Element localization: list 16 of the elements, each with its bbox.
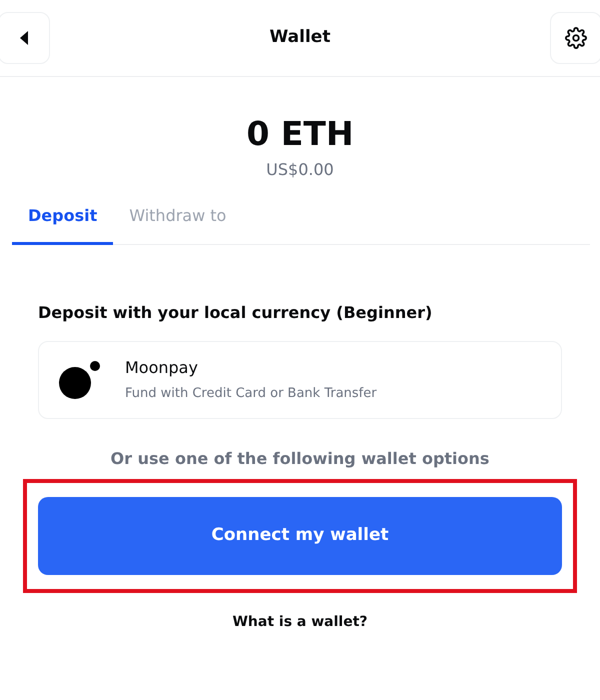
settings-button[interactable] <box>550 12 600 64</box>
balance-amount: 0 ETH <box>246 117 354 150</box>
options-text: Or use one of the following wallet options <box>110 449 490 468</box>
provider-logo-icon <box>59 361 101 399</box>
settings-icon <box>565 27 587 49</box>
section-heading: Deposit with your local currency (Beginner) <box>38 302 434 324</box>
provider-description: Fund with Credit Card or Bank Transfer <box>125 385 377 404</box>
back-button[interactable] <box>0 12 50 64</box>
fiat-balance: US$0.00 <box>266 159 334 181</box>
provider-card[interactable]: Moonpay Fund with Credit Card or Bank Transfer <box>38 341 562 419</box>
provider-name: Moonpay <box>125 357 199 380</box>
tab[interactable]: Deposit <box>12 198 114 245</box>
connect-wallet-button[interactable]: Connect my wallet <box>38 497 562 575</box>
page-title: Wallet <box>270 26 330 50</box>
help-link[interactable]: What is a wallet? <box>232 612 368 633</box>
back-icon <box>19 31 29 45</box>
